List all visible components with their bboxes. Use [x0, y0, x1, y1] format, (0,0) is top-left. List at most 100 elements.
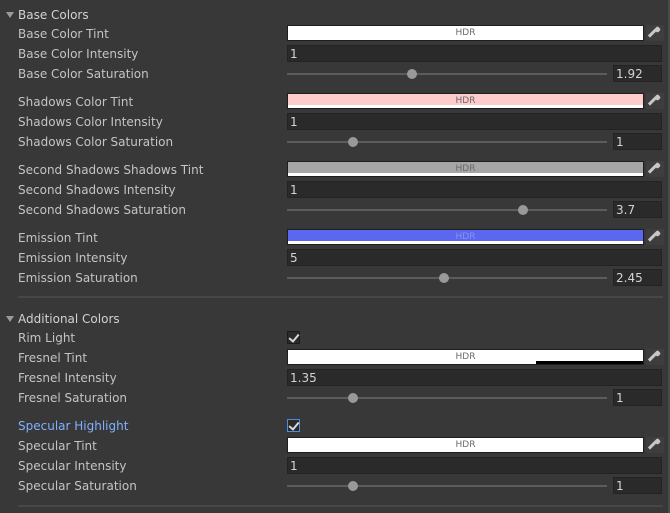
slider-track[interactable] [287, 141, 607, 143]
eyedropper-icon[interactable] [646, 437, 664, 453]
checkmark-icon [288, 419, 300, 431]
alpha-bar [288, 173, 643, 176]
input-emission-intensity[interactable]: 5 [287, 249, 662, 266]
eyedropper-icon[interactable] [646, 93, 664, 109]
row-base-color-tint: Base Color Tint HDR [0, 24, 670, 44]
label-specular-highlight: Specular Highlight [18, 419, 129, 433]
input-specular-intensity[interactable]: 1 [287, 457, 662, 474]
alpha-bar [288, 37, 643, 40]
label-emission-tint: Emission Tint [18, 231, 98, 245]
section-divider [18, 505, 663, 507]
value: 1 [290, 47, 298, 61]
label-second-shadows-saturation: Second Shadows Saturation [18, 203, 186, 217]
input-shadows-color-saturation[interactable]: 1 [613, 133, 662, 150]
slider-thumb[interactable] [347, 481, 358, 491]
row-shadows-color-saturation: Shadows Color Saturation 1 [0, 132, 670, 152]
row-second-shadows-tint: Second Shadows Shadows Tint HDR [0, 160, 670, 180]
section-divider [18, 296, 663, 298]
input-base-color-saturation[interactable]: 1.92 [613, 65, 662, 82]
row-base-color-saturation: Base Color Saturation 1.92 [0, 64, 670, 84]
input-second-shadows-intensity[interactable]: 1 [287, 181, 662, 198]
section-title-additional-colors: Additional Colors [18, 312, 120, 326]
label-specular-intensity: Specular Intensity [18, 459, 127, 473]
checkbox-specular-highlight[interactable] [287, 419, 300, 432]
triangle-down-icon[interactable] [6, 12, 14, 18]
label-fresnel-tint: Fresnel Tint [18, 351, 88, 365]
value: 1 [616, 479, 624, 493]
input-fresnel-intensity[interactable]: 1.35 [287, 369, 662, 386]
label-emission-intensity: Emission Intensity [18, 251, 128, 265]
checkbox-rim-light[interactable] [287, 331, 300, 344]
row-emission-tint: Emission Tint HDR [0, 228, 670, 248]
eyedropper-icon[interactable] [646, 229, 664, 245]
value: 1.92 [616, 67, 643, 81]
value: 5 [290, 251, 298, 265]
value: 1 [290, 183, 298, 197]
slider-thumb[interactable] [406, 69, 417, 79]
section-title-base-colors: Base Colors [18, 8, 89, 22]
row-rim-light: Rim Light [0, 328, 670, 348]
foldout-base-colors[interactable]: Base Colors [0, 5, 670, 25]
foldout-additional-colors[interactable]: Additional Colors [0, 309, 670, 329]
label-second-shadows-intensity: Second Shadows Intensity [18, 183, 176, 197]
alpha-bar [288, 105, 643, 108]
label-rim-light: Rim Light [18, 331, 76, 345]
value: 2.45 [616, 271, 643, 285]
label-shadows-color-tint: Shadows Color Tint [18, 95, 134, 109]
eyedropper-icon[interactable] [646, 25, 664, 41]
row-second-shadows-saturation: Second Shadows Saturation 3.7 [0, 200, 670, 220]
label-shadows-color-saturation: Shadows Color Saturation [18, 135, 174, 149]
label-base-color-tint: Base Color Tint [18, 27, 109, 41]
slider-thumb[interactable] [347, 393, 358, 403]
alpha-bar [288, 449, 643, 452]
label-emission-saturation: Emission Saturation [18, 271, 138, 285]
input-fresnel-saturation[interactable]: 1 [613, 389, 662, 406]
input-second-shadows-saturation[interactable]: 3.7 [613, 201, 662, 218]
input-specular-saturation[interactable]: 1 [613, 477, 662, 494]
value: 3.7 [616, 203, 636, 217]
color-field-base-color-tint[interactable]: HDR [287, 25, 644, 41]
row-specular-intensity: Specular Intensity 1 [0, 456, 670, 476]
color-field-emission-tint[interactable]: HDR [287, 229, 644, 245]
label-shadows-color-intensity: Shadows Color Intensity [18, 115, 163, 129]
alpha-bar [288, 241, 643, 244]
row-emission-saturation: Emission Saturation 2.45 [0, 268, 670, 288]
slider-track[interactable] [287, 485, 607, 487]
row-base-color-intensity: Base Color Intensity 1 [0, 44, 670, 64]
slider-thumb[interactable] [518, 205, 529, 215]
alpha-bar [536, 361, 643, 364]
value: 1 [616, 391, 624, 405]
value: 1.35 [290, 371, 317, 385]
label-specular-tint: Specular Tint [18, 439, 97, 453]
input-shadows-color-intensity[interactable]: 1 [287, 113, 662, 130]
color-field-second-shadows-tint[interactable]: HDR [287, 161, 644, 177]
checkmark-icon [288, 331, 300, 343]
slider-track[interactable] [287, 209, 607, 211]
color-field-fresnel-tint[interactable]: HDR [287, 349, 644, 365]
eyedropper-icon[interactable] [646, 349, 664, 365]
value: 1 [616, 135, 624, 149]
input-emission-saturation[interactable]: 2.45 [613, 269, 662, 286]
slider-thumb[interactable] [438, 273, 449, 283]
color-field-shadows-color-tint[interactable]: HDR [287, 93, 644, 109]
label-base-color-saturation: Base Color Saturation [18, 67, 149, 81]
row-specular-saturation: Specular Saturation 1 [0, 476, 670, 496]
value: 1 [290, 115, 298, 129]
value: 1 [290, 459, 298, 473]
row-second-shadows-intensity: Second Shadows Intensity 1 [0, 180, 670, 200]
row-shadows-color-intensity: Shadows Color Intensity 1 [0, 112, 670, 132]
row-shadows-color-tint: Shadows Color Tint HDR [0, 92, 670, 112]
slider-thumb[interactable] [347, 137, 358, 147]
row-emission-intensity: Emission Intensity 5 [0, 248, 670, 268]
eyedropper-icon[interactable] [646, 161, 664, 177]
label-fresnel-intensity: Fresnel Intensity [18, 371, 117, 385]
row-fresnel-saturation: Fresnel Saturation 1 [0, 388, 670, 408]
input-base-color-intensity[interactable]: 1 [287, 45, 662, 62]
label-fresnel-saturation: Fresnel Saturation [18, 391, 128, 405]
color-field-specular-tint[interactable]: HDR [287, 437, 644, 453]
slider-track[interactable] [287, 397, 607, 399]
row-fresnel-tint: Fresnel Tint HDR [0, 348, 670, 368]
slider-track[interactable] [287, 73, 607, 75]
triangle-down-icon[interactable] [6, 316, 14, 322]
label-second-shadows-tint: Second Shadows Shadows Tint [18, 163, 204, 177]
